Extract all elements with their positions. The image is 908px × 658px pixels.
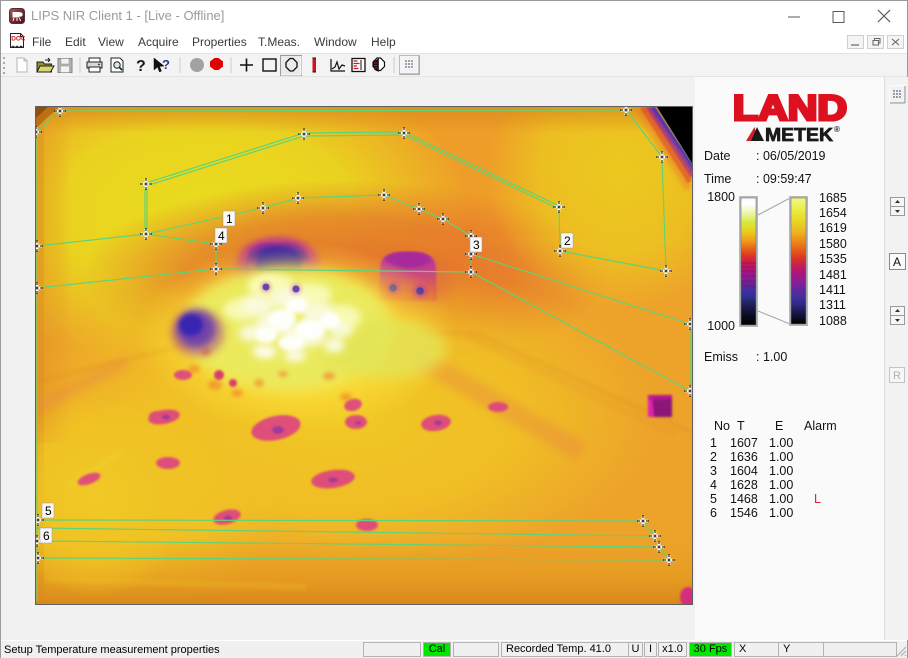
svg-text:6: 6 bbox=[43, 529, 50, 543]
svg-text:1: 1 bbox=[226, 212, 233, 226]
svg-text:?: ? bbox=[136, 58, 146, 75]
svg-text:?: ? bbox=[162, 57, 170, 72]
svg-text:3: 3 bbox=[473, 238, 480, 252]
svg-text:4: 4 bbox=[218, 229, 225, 243]
svg-text:METEK: METEK bbox=[765, 125, 833, 144]
svg-text:A: A bbox=[893, 255, 901, 269]
svg-text:DOC: DOC bbox=[11, 36, 25, 43]
svg-text:5: 5 bbox=[45, 504, 52, 518]
svg-text:®: ® bbox=[834, 125, 840, 134]
svg-text:2: 2 bbox=[564, 234, 571, 248]
svg-text:R: R bbox=[893, 370, 901, 382]
svg-text:LAND: LAND bbox=[733, 89, 847, 128]
